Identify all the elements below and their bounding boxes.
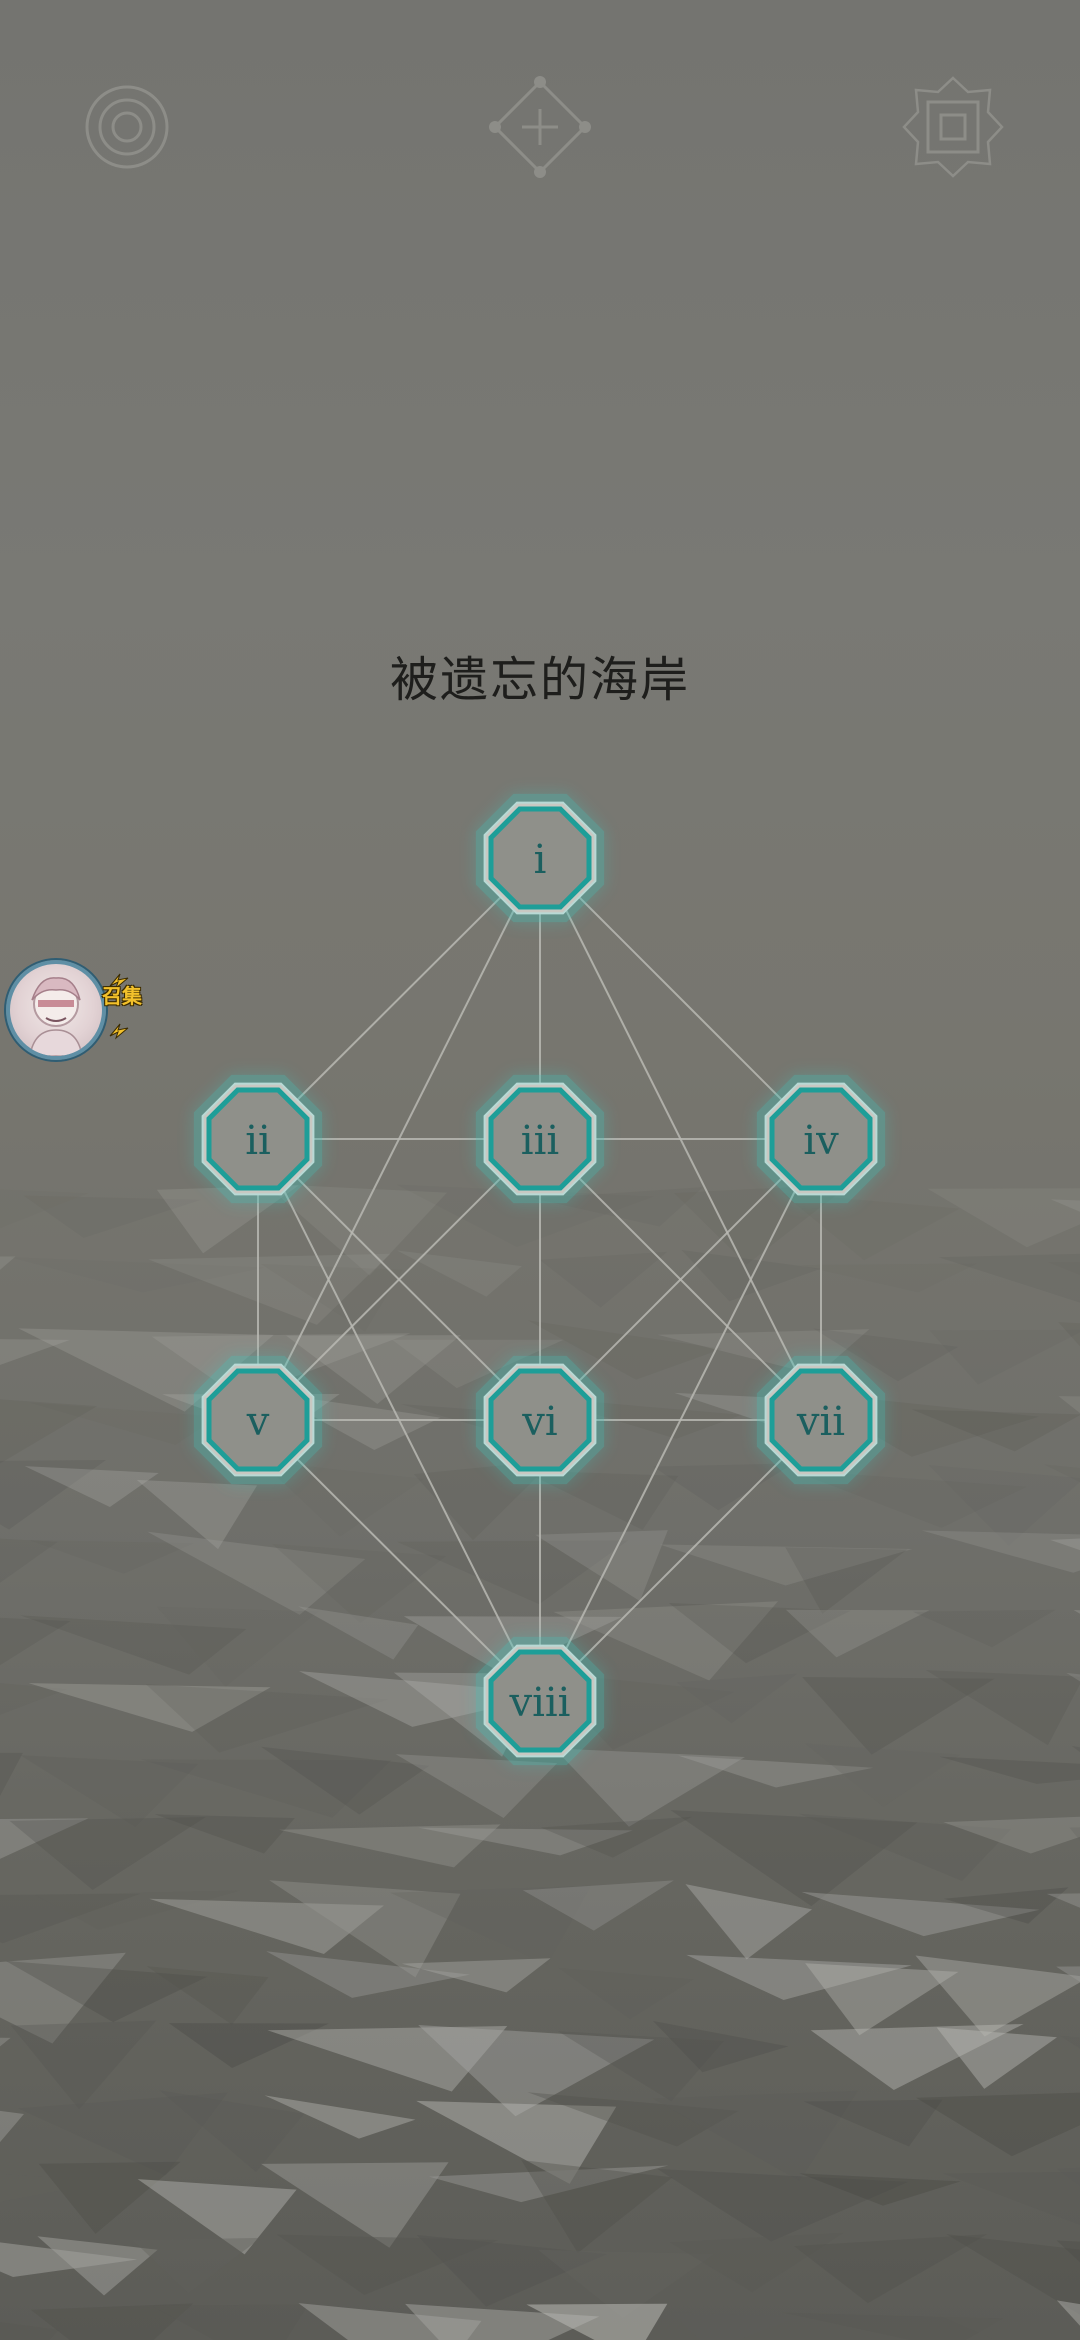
floating-summon-avatar[interactable]: 召集 <box>6 960 146 1060</box>
level-node-ii[interactable]: ii <box>193 1074 323 1204</box>
level-node-label: iv <box>803 1118 839 1164</box>
level-node-label: i <box>534 837 547 883</box>
level-node-label: vii <box>796 1399 845 1445</box>
avatar[interactable] <box>6 960 106 1060</box>
level-node-iv[interactable]: iv <box>756 1074 886 1204</box>
level-select-graph: iii iii ivv vi viiviii <box>193 793 886 1766</box>
level-node-label: viii <box>509 1680 571 1726</box>
level-node-iii[interactable]: iii <box>475 1074 605 1204</box>
level-node-vi[interactable]: vi <box>475 1355 605 1485</box>
level-node-vii[interactable]: vii <box>756 1355 886 1485</box>
level-node-i[interactable]: i <box>475 793 605 923</box>
level-node-label: v <box>246 1399 270 1445</box>
level-node-label: iii <box>521 1118 559 1164</box>
lightning-icon <box>109 1023 129 1040</box>
level-node-viii[interactable]: viii <box>475 1636 605 1766</box>
level-node-v[interactable]: v <box>193 1355 323 1485</box>
level-node-label: ii <box>245 1118 271 1164</box>
level-node-label: vi <box>521 1399 557 1445</box>
summon-badge[interactable]: 召集 <box>102 980 142 1009</box>
